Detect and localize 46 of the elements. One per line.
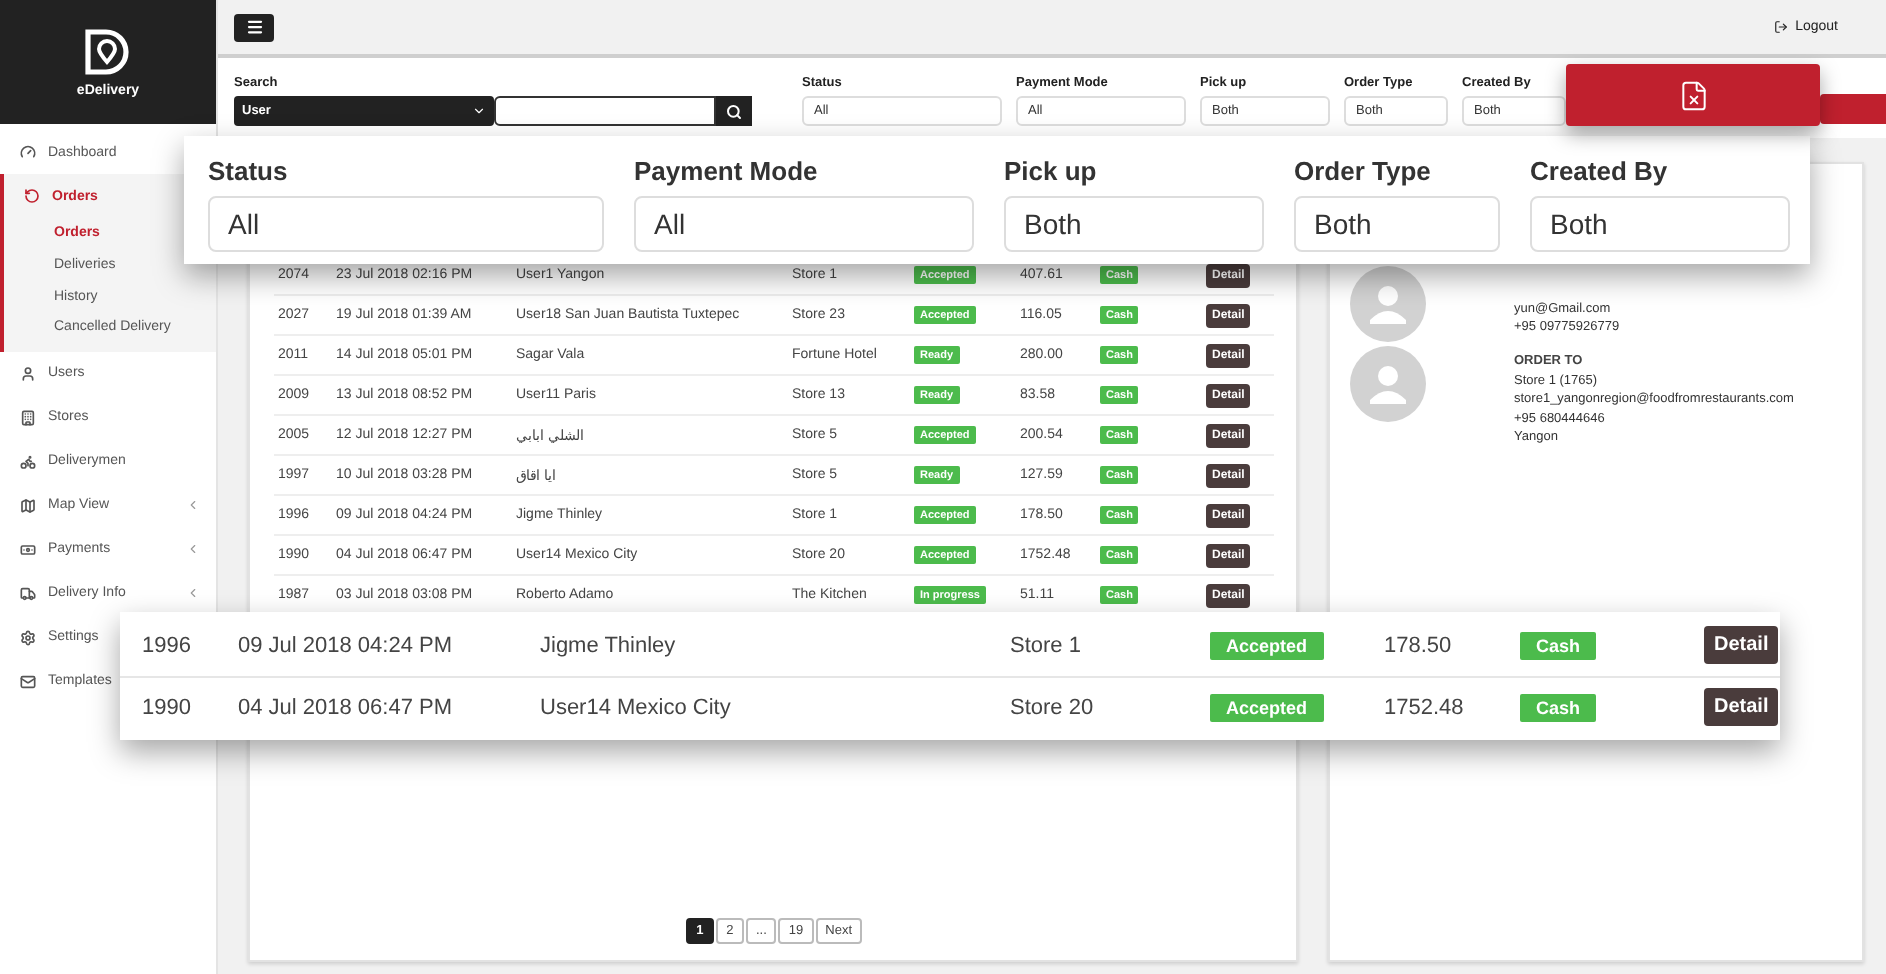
order-id: 1996 [142, 633, 193, 657]
status-badge: Accepted [1210, 693, 1324, 721]
map-icon [20, 497, 36, 514]
filter-select[interactable]: Both [1004, 196, 1264, 252]
search-field[interactable] [494, 96, 716, 126]
detail-button[interactable]: Detail [1704, 626, 1779, 664]
building-icon [20, 409, 36, 426]
customer-name: User14 Mexico City [540, 695, 733, 719]
bike-icon [20, 453, 36, 470]
gear-icon [20, 629, 36, 646]
store-name: Store 1 [1010, 633, 1083, 657]
payment-badge: Cash [1520, 693, 1597, 721]
field-label: Payment Mode [634, 156, 820, 186]
search-icon [726, 103, 742, 119]
field-label: Status [208, 156, 290, 186]
order-amount: 178.50 [1384, 633, 1454, 657]
caret-icon [472, 104, 486, 118]
truck-icon [20, 585, 36, 602]
menu-icon [245, 18, 263, 36]
menu-button[interactable] [234, 13, 274, 41]
filter-select[interactable]: Both [1530, 196, 1790, 252]
filter-select[interactable]: All [634, 196, 974, 252]
status-badge: Accepted [1210, 631, 1324, 659]
logo-icon [82, 26, 134, 78]
spreadsheet-file-icon [1677, 79, 1709, 111]
rotate-arrow-icon [24, 188, 40, 204]
customer-name: Jigme Thinley [540, 633, 678, 657]
order-id: 1990 [142, 695, 193, 719]
order-date: 09 Jul 2018 04:24 PM [238, 633, 455, 657]
avatar-icon [1350, 346, 1426, 422]
user-icon [20, 365, 36, 382]
order-date: 04 Jul 2018 06:47 PM [238, 695, 455, 719]
order-amount: 1752.48 [1384, 695, 1466, 719]
store-name: Store 20 [1010, 695, 1096, 719]
gauge-icon [20, 144, 36, 160]
banknote-icon [20, 541, 36, 558]
filter-select[interactable]: All [208, 196, 604, 252]
logout-icon [1773, 20, 1788, 34]
field-label: Pick up [1004, 156, 1099, 186]
detail-button[interactable]: Detail [1704, 688, 1779, 726]
field-label: Order Type [1294, 156, 1433, 186]
field-label: Created By [1530, 156, 1670, 186]
search-button[interactable] [716, 96, 752, 126]
envelope-icon [20, 673, 36, 690]
payment-badge: Cash [1520, 631, 1597, 659]
filter-select[interactable]: Both [1294, 196, 1500, 252]
